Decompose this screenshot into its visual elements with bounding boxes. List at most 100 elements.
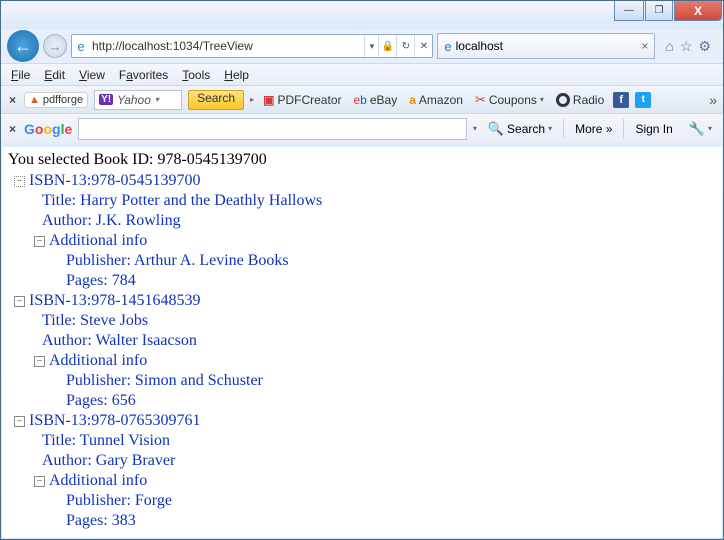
magnifier-icon: 🔍 (488, 121, 504, 137)
window-close-button[interactable]: X (674, 1, 722, 21)
coupons-icon: ✂ (475, 92, 486, 108)
menu-view[interactable]: View (73, 66, 111, 84)
address-dropdown-icon[interactable]: ▾ (364, 35, 378, 57)
window-minimize-button[interactable]: — (614, 1, 644, 21)
menu-help[interactable]: Help (218, 66, 255, 84)
yahoo-label: Yahoo (117, 93, 151, 107)
browser-tab[interactable]: e localhost × (437, 33, 655, 59)
title-label[interactable]: Title: Steve Jobs (42, 311, 148, 331)
additional-info-label[interactable]: Additional info (49, 231, 147, 251)
page-content: You selected Book ID: 978-0545139700 −IS… (2, 147, 722, 538)
stop-button[interactable]: ✕ (414, 35, 432, 57)
author-label[interactable]: Author: Walter Isaacson (42, 331, 197, 351)
tree-node-additional: −Additional info (34, 471, 716, 491)
google-logo[interactable]: Google (24, 121, 72, 137)
expander-icon[interactable]: − (14, 176, 25, 187)
settings-gear-icon[interactable]: ⚙ (698, 38, 711, 55)
tree-node-pages: Pages: 383 (66, 511, 716, 531)
address-input[interactable] (90, 39, 364, 53)
separator (623, 119, 624, 139)
window-maximize-button[interactable]: ❐ (645, 1, 673, 21)
publisher-label[interactable]: Publisher: Forge (66, 491, 172, 511)
toolbar-search-button[interactable]: Search (188, 90, 244, 110)
toolbar-overflow-icon[interactable]: » (709, 92, 717, 108)
menu-tools[interactable]: Tools (176, 66, 216, 84)
google-search-input[interactable] (78, 118, 467, 140)
home-icon[interactable]: ⌂ (665, 38, 673, 55)
coupons-button[interactable]: ✂Coupons▾ (472, 91, 547, 109)
pdfforge-toolbar: × ▲pdfforge Y! Yahoo ▾ Search ▸ ▣PDFCrea… (1, 85, 723, 113)
treeview: −ISBN-13:978-0545139700Title: Harry Pott… (8, 171, 716, 531)
lock-icon[interactable]: 🔒 (378, 35, 396, 57)
radio-icon (556, 93, 570, 107)
search-go-icon[interactable]: ▸ (250, 95, 254, 104)
refresh-button[interactable]: ↻ (396, 35, 414, 57)
tree-node-publisher: Publisher: Forge (66, 491, 716, 511)
pdfforge-logo[interactable]: ▲pdfforge (24, 92, 88, 108)
menu-edit[interactable]: Edit (38, 66, 71, 84)
tree-node-pages: Pages: 656 (66, 391, 716, 411)
selected-book-text: You selected Book ID: 978-0545139700 (8, 151, 716, 169)
ie-page-icon: e (72, 39, 90, 54)
tree-node-pages: Pages: 784 (66, 271, 716, 291)
google-search-button[interactable]: 🔍Search▾ (483, 118, 557, 140)
expander-icon[interactable]: − (34, 236, 45, 247)
google-toolbar: × Google ▾ 🔍Search▾ More » Sign In 🔧▾ (1, 113, 723, 143)
pages-label[interactable]: Pages: 656 (66, 391, 136, 411)
expander-icon[interactable]: − (14, 296, 25, 307)
tree-node-isbn: −ISBN-13:978-1451648539 (14, 291, 716, 311)
tree-node-author: Author: Walter Isaacson (42, 331, 716, 351)
google-signin-button[interactable]: Sign In (630, 119, 677, 139)
additional-info-label[interactable]: Additional info (49, 471, 147, 491)
tree-node-publisher: Publisher: Arthur A. Levine Books (66, 251, 716, 271)
isbn-label[interactable]: ISBN-13:978-0765309761 (29, 411, 201, 431)
isbn-label[interactable]: ISBN-13:978-1451648539 (29, 291, 201, 311)
tree-node-title: Title: Steve Jobs (42, 311, 716, 331)
tree-node-additional: −Additional info (34, 231, 716, 251)
facebook-icon[interactable]: f (613, 92, 629, 108)
author-label[interactable]: Author: J.K. Rowling (42, 211, 181, 231)
tree-node-author: Author: Gary Braver (42, 451, 716, 471)
publisher-label[interactable]: Publisher: Simon and Schuster (66, 371, 263, 391)
expander-icon[interactable]: − (34, 476, 45, 487)
favorites-icon[interactable]: ☆ (680, 38, 693, 55)
isbn-label[interactable]: ISBN-13:978-0545139700 (29, 171, 201, 191)
title-label[interactable]: Title: Harry Potter and the Deathly Hall… (42, 191, 322, 211)
pages-label[interactable]: Pages: 383 (66, 511, 136, 531)
amazon-button[interactable]: aAmazon (406, 92, 466, 108)
ebay-icon: eb (353, 93, 366, 107)
twitter-icon[interactable]: t (635, 92, 651, 108)
coupons-dropdown-icon: ▾ (540, 95, 544, 104)
tab-ie-icon: e (444, 39, 451, 54)
yahoo-dropdown-icon: ▾ (155, 95, 159, 104)
menu-bar: File Edit View Favorites Tools Help (1, 63, 723, 85)
forward-button[interactable]: → (43, 34, 67, 58)
tab-title: localhost (456, 39, 503, 53)
google-more-button[interactable]: More » (570, 119, 617, 139)
google-settings-button[interactable]: 🔧▾ (684, 118, 717, 140)
pdfcreator-button[interactable]: ▣PDFCreator (260, 92, 344, 108)
back-button[interactable]: ← (7, 30, 39, 62)
address-bar: e ▾ 🔒 ↻ ✕ (71, 34, 433, 58)
google-input-dropdown-icon[interactable]: ▾ (473, 124, 477, 133)
publisher-label[interactable]: Publisher: Arthur A. Levine Books (66, 251, 289, 271)
radio-button[interactable]: Radio (553, 92, 607, 108)
pages-label[interactable]: Pages: 784 (66, 271, 136, 291)
menu-file[interactable]: File (5, 66, 36, 84)
author-label[interactable]: Author: Gary Braver (42, 451, 175, 471)
tab-close-button[interactable]: × (641, 39, 648, 53)
yahoo-search-box[interactable]: Y! Yahoo ▾ (94, 90, 182, 110)
toolbar-close-icon[interactable]: × (7, 93, 18, 107)
ebay-button[interactable]: ebeBay (350, 92, 400, 108)
expander-icon[interactable]: − (14, 416, 25, 427)
google-toolbar-close-icon[interactable]: × (7, 122, 18, 136)
tab-strip: e localhost × (437, 33, 655, 59)
titlebar: — ❐ X (1, 1, 723, 29)
additional-info-label[interactable]: Additional info (49, 351, 147, 371)
tree-node-title: Title: Tunnel Vision (42, 431, 716, 451)
window-buttons: — ❐ X (614, 1, 723, 21)
title-label[interactable]: Title: Tunnel Vision (42, 431, 170, 451)
expander-icon[interactable]: − (34, 356, 45, 367)
pdf-icon: ▣ (263, 93, 274, 107)
menu-favorites[interactable]: Favorites (113, 66, 174, 84)
